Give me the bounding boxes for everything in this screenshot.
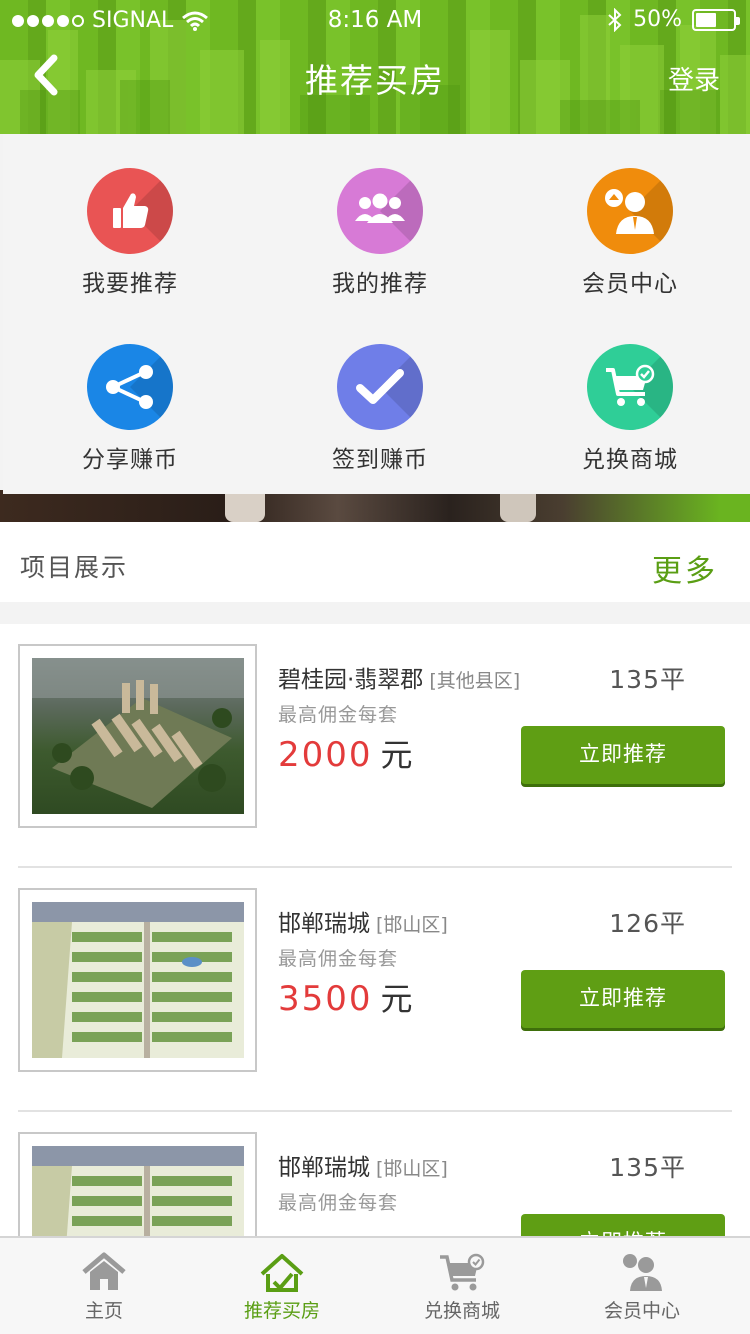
bottom-tab-bar: 主页 推荐买房 兑换商城 会员中心 (0, 1236, 750, 1334)
checkmark-icon (337, 344, 423, 430)
list-item[interactable]: 邯郸瑞城[邯山区] 135平 最高佣金每套 立即推荐 (0, 1112, 750, 1244)
share-icon (87, 344, 173, 430)
grid-label: 我要推荐 (82, 271, 178, 297)
member-icon (587, 168, 673, 254)
page-title: 推荐买房 (305, 61, 445, 100)
commission-caption: 最高佣金每套 (278, 1192, 399, 1214)
projects-section-header: 项目展示 更多 (0, 522, 750, 602)
grid-label: 签到赚币 (332, 447, 428, 473)
project-size: 135平 (609, 1153, 686, 1182)
tab-recommend-house[interactable]: 推荐买房 (188, 1238, 376, 1334)
section-title: 项目展示 (20, 553, 129, 582)
project-thumbnail[interactable] (18, 1132, 257, 1244)
project-district: [其他县区] (429, 670, 521, 692)
home-icon (82, 1252, 126, 1290)
grid-item-exchange-mall[interactable]: 兑换商城 (505, 310, 750, 486)
project-district: [邯山区] (376, 1158, 448, 1180)
cart-icon (440, 1253, 485, 1291)
grid-item-member-center[interactable]: 会员中心 (505, 134, 750, 310)
bluetooth-icon (608, 7, 622, 32)
login-button[interactable]: 登录 (668, 60, 720, 97)
member-icon (623, 1254, 662, 1291)
commission-caption: 最高佣金每套 (278, 948, 399, 970)
site-plan-image (32, 902, 244, 1058)
tab-label: 推荐买房 (243, 1300, 320, 1322)
project-list: 碧桂园·翡翠郡 [其他县区] 135平 最高佣金每套 2000 元 立即推荐 邯… (0, 624, 750, 1244)
thumbs-up-icon (87, 168, 173, 254)
house-recommend-icon (260, 1254, 304, 1292)
battery-icon (692, 8, 740, 31)
currency-unit: 元 (380, 980, 415, 1018)
recommend-now-button[interactable]: 立即推荐 (521, 726, 725, 784)
tab-home[interactable]: 主页 (10, 1238, 198, 1334)
banner-image-strip[interactable] (0, 490, 750, 522)
grid-label: 分享赚币 (82, 447, 178, 473)
grid-item-share[interactable]: 分享赚币 (5, 310, 255, 486)
header: SIGNAL 8:16 AM 50% 推荐买房 登录 (0, 0, 750, 134)
commission-caption: 最高佣金每套 (278, 704, 399, 726)
project-district: [邯山区] (376, 914, 448, 936)
commission-amount: 3500 元 (278, 979, 415, 1019)
project-name: 邯郸瑞城 [邯山区] (278, 1155, 448, 1181)
tab-label: 会员中心 (603, 1300, 680, 1322)
group-icon (337, 168, 423, 254)
project-size: 135平 (609, 665, 686, 694)
list-item[interactable]: 邯郸瑞城 [邯山区] 126平 最高佣金每套 3500 元 立即推荐 (0, 868, 750, 1112)
grid-item-checkin[interactable]: 签到赚币 (255, 310, 505, 486)
grid-item-recommend[interactable]: 我要推荐 (5, 134, 255, 310)
tab-exchange-mall[interactable]: 兑换商城 (368, 1238, 556, 1334)
project-size: 126平 (609, 909, 686, 938)
project-thumbnail[interactable] (18, 644, 257, 828)
cart-icon (587, 344, 673, 430)
grid-item-my-recommend[interactable]: 我的推荐 (255, 134, 505, 310)
tab-label: 主页 (84, 1300, 123, 1322)
grid-label: 我的推荐 (332, 271, 428, 297)
project-name: 碧桂园·翡翠郡 [其他县区] (278, 667, 521, 693)
project-thumbnail[interactable] (18, 888, 257, 1072)
status-right: 50% (607, 7, 740, 32)
more-link[interactable]: 更多 (652, 546, 718, 590)
aerial-photo (32, 658, 244, 814)
project-name: 邯郸瑞城 [邯山区] (278, 911, 448, 937)
battery-percent: 50% (633, 7, 682, 32)
site-plan-image (32, 1146, 244, 1244)
tab-member-center[interactable]: 会员中心 (548, 1238, 736, 1334)
tab-label: 兑换商城 (423, 1300, 500, 1322)
currency-unit: 元 (380, 736, 415, 774)
grid-label: 会员中心 (582, 271, 678, 297)
feature-grid: 我要推荐 我的推荐 会员中心 分享赚币 签到赚币 兑换商城 (3, 134, 750, 494)
recommend-now-button[interactable]: 立即推荐 (521, 970, 725, 1028)
commission-amount: 2000 元 (278, 735, 415, 775)
status-bar: SIGNAL 8:16 AM 50% (0, 0, 750, 40)
navigation-bar: 推荐买房 登录 (0, 40, 750, 110)
list-item[interactable]: 碧桂园·翡翠郡 [其他县区] 135平 最高佣金每套 2000 元 立即推荐 (0, 624, 750, 868)
grid-label: 兑换商城 (582, 447, 678, 473)
